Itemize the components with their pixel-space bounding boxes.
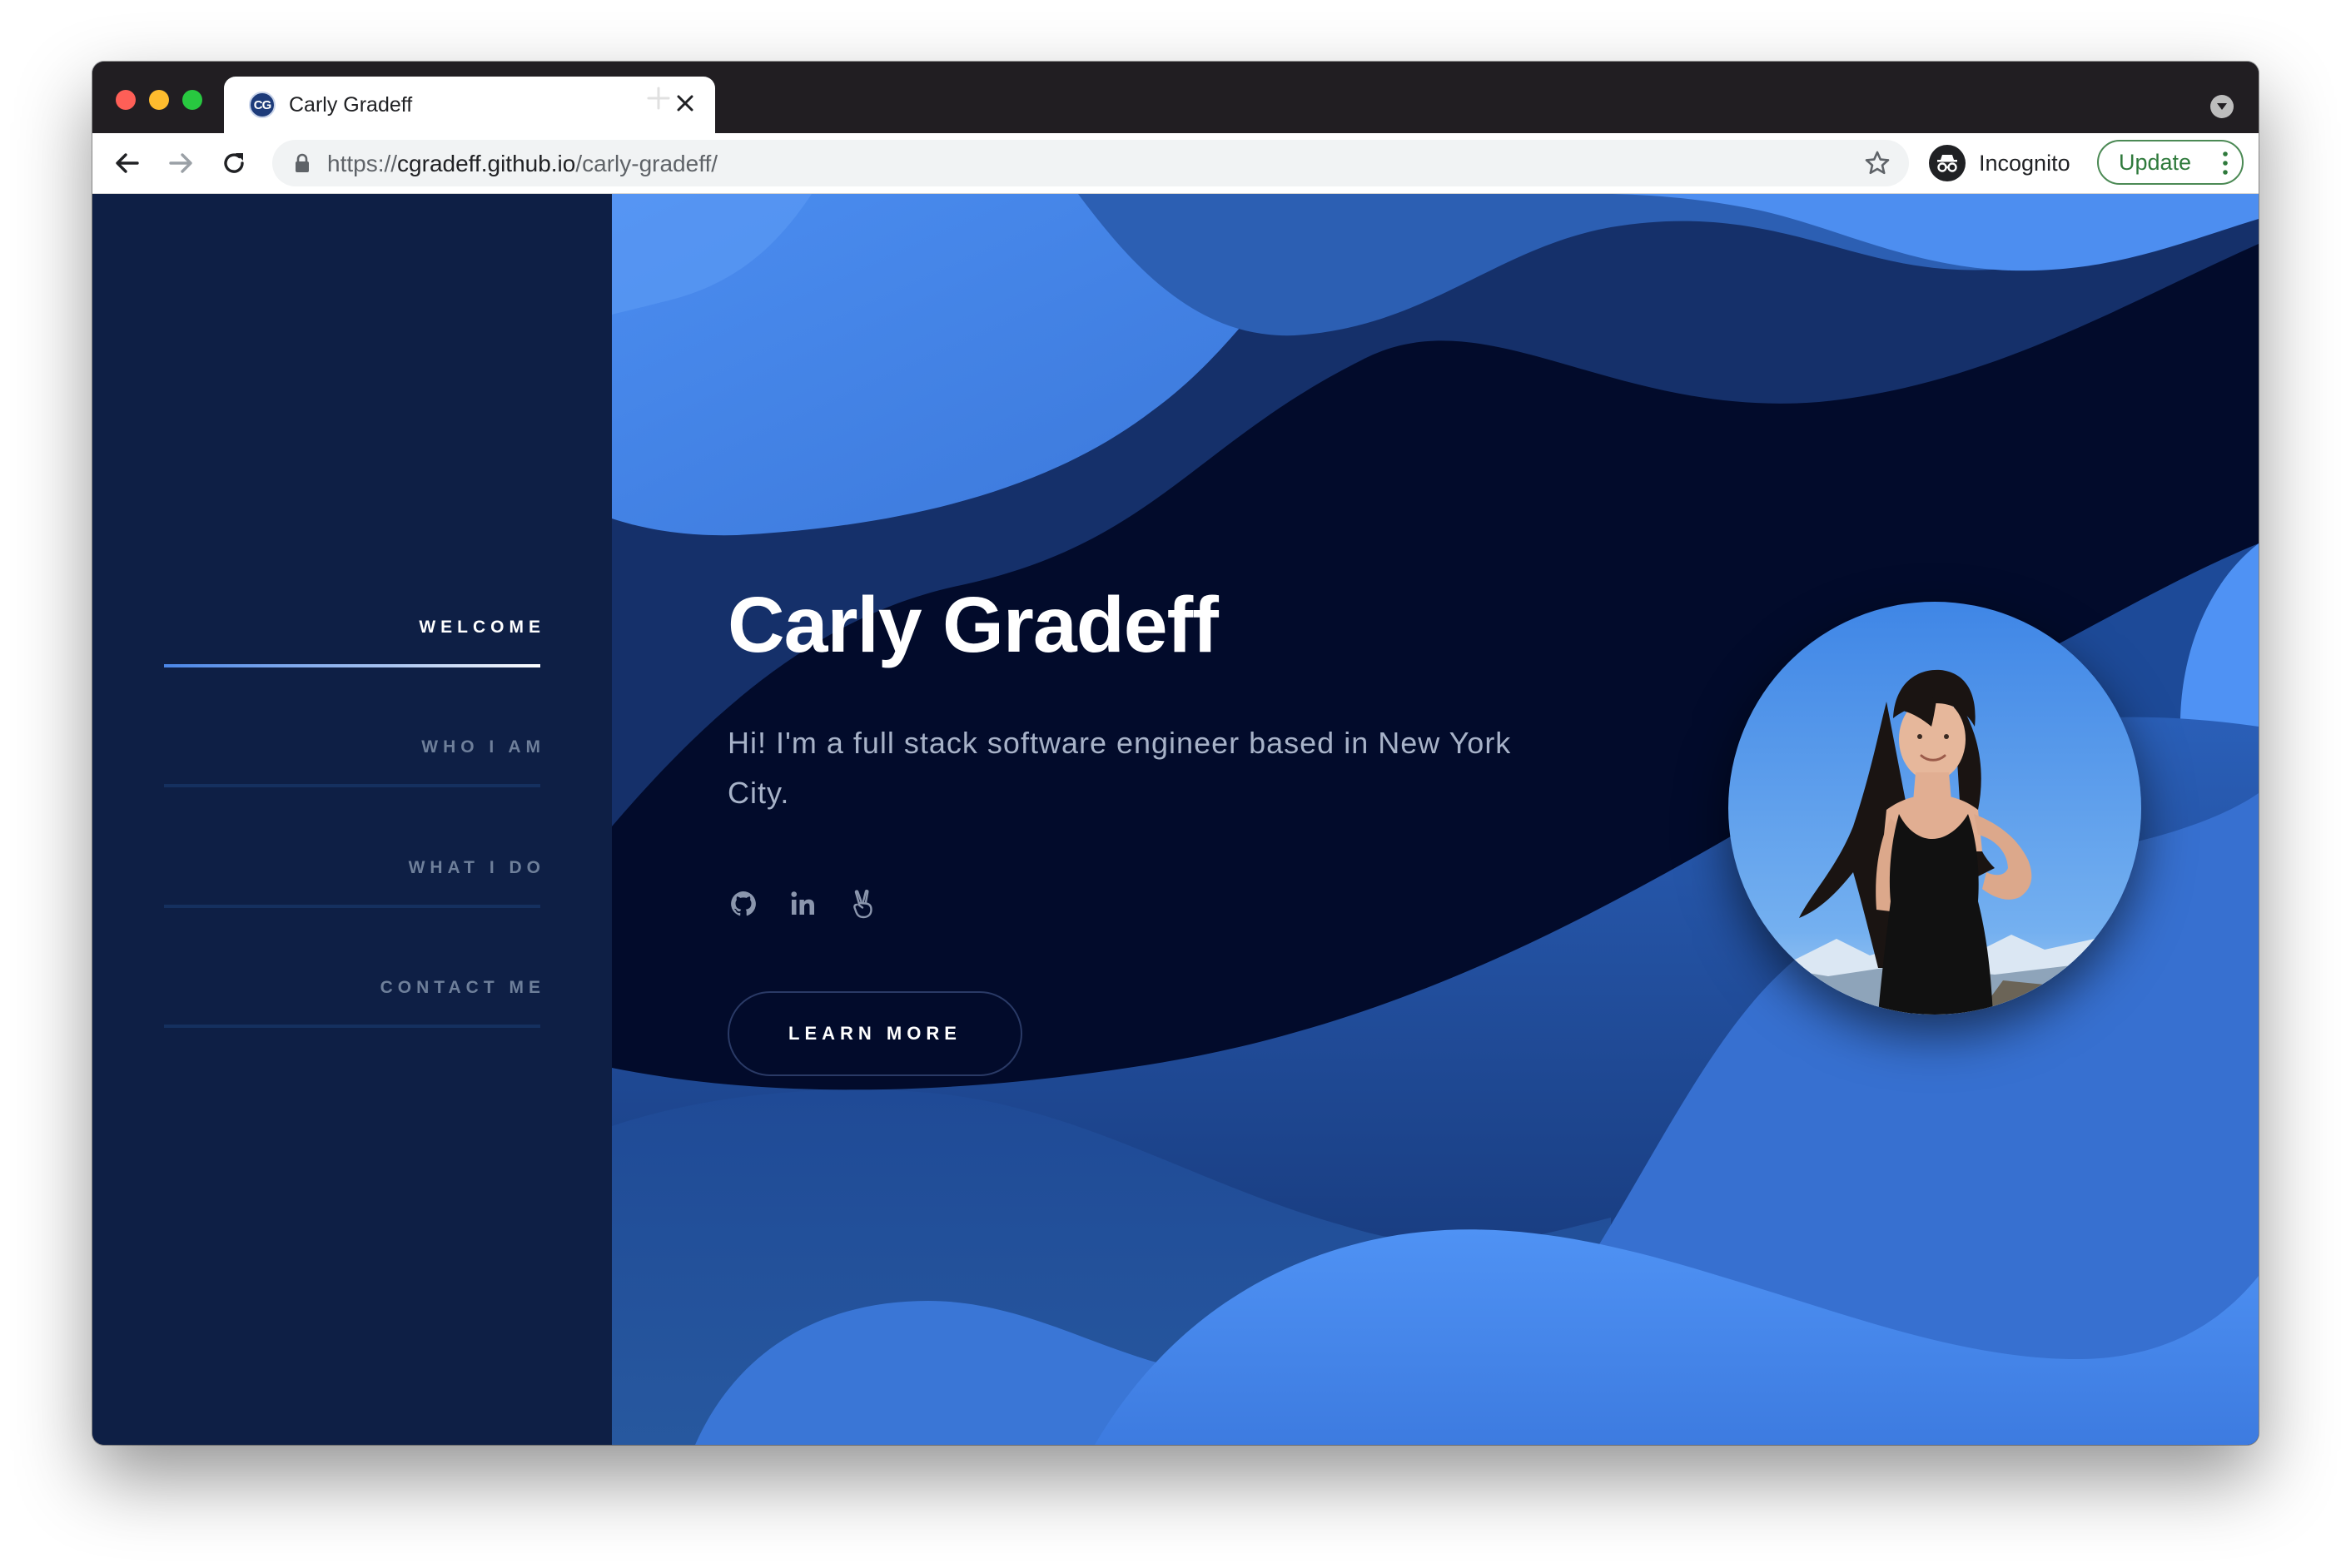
learn-more-button[interactable]: LEARN MORE [728,991,1022,1076]
arrow-left-icon [116,153,139,173]
sidebar-item-what-i-do[interactable]: WHAT I DO [164,858,540,908]
sidebar-item-label: WELCOME [419,618,545,637]
angellist-icon[interactable] [847,888,879,920]
tab-search-button[interactable] [2210,95,2234,118]
favicon-icon: CG [249,92,276,118]
forward-button[interactable] [162,145,199,181]
profile-photo [1728,602,2141,1015]
linkedin-icon[interactable] [788,888,819,920]
more-vert-icon [2222,150,2229,182]
nav-underline [164,905,540,908]
sidebar-item-welcome[interactable]: WELCOME [164,618,540,667]
sidebar-item-label: WHO I AM [421,737,545,757]
browser-toolbar: https://cgradeff.github.io/carly-gradeff… [92,133,2259,194]
incognito-indicator[interactable]: Incognito [1924,140,2082,186]
tab-title: Carly Gradeff [289,93,413,117]
chevron-down-icon [2217,103,2227,110]
social-links [728,888,879,920]
url-scheme: https:// [327,151,398,176]
incognito-icon [1929,145,1966,181]
hero-section: Carly Gradeff Hi! I'm a full stack softw… [612,194,2259,1445]
incognito-label: Incognito [1979,150,2070,176]
sidebar-item-who-i-am[interactable]: WHO I AM [164,737,540,787]
new-tab-button[interactable] [642,82,675,115]
nav-underline [164,664,540,667]
sidebar: WELCOME WHO I AM WHAT I DO CONTACT ME [92,194,612,1445]
arrow-right-icon [169,153,192,173]
plus-icon [647,87,670,110]
page-viewport: WELCOME WHO I AM WHAT I DO CONTACT ME Ca… [92,194,2259,1445]
github-icon[interactable] [728,888,759,920]
bookmark-star-icon[interactable] [1864,150,1891,181]
nav-underline [164,784,540,787]
sidebar-item-contact-me[interactable]: CONTACT ME [164,978,540,1028]
update-button[interactable]: Update [2097,140,2244,185]
maximize-window-button[interactable] [182,90,202,110]
sidebar-item-label: WHAT I DO [408,858,545,877]
lock-icon[interactable] [294,153,311,177]
browser-window: CG Carly Gradeff https://cgradeff.github… [92,62,2259,1445]
reload-button[interactable] [216,145,252,181]
address-bar[interactable]: https://cgradeff.github.io/carly-gradeff… [272,140,1909,186]
minimize-window-button[interactable] [149,90,169,110]
url-path: /carly-gradeff/ [575,151,718,176]
back-button[interactable] [109,145,146,181]
hero-subtitle: Hi! I'm a full stack software engineer b… [728,726,1512,810]
reload-icon [224,153,244,173]
hero-title: Carly Gradeff [728,581,1219,669]
sidebar-item-label: CONTACT ME [380,978,545,997]
close-window-button[interactable] [116,90,136,110]
update-label: Update [2119,149,2192,175]
url-text: https://cgradeff.github.io/carly-gradeff… [327,151,718,177]
url-host: cgradeff.github.io [397,151,576,176]
tab-strip: CG Carly Gradeff [92,62,2259,133]
nav-underline [164,1025,540,1028]
